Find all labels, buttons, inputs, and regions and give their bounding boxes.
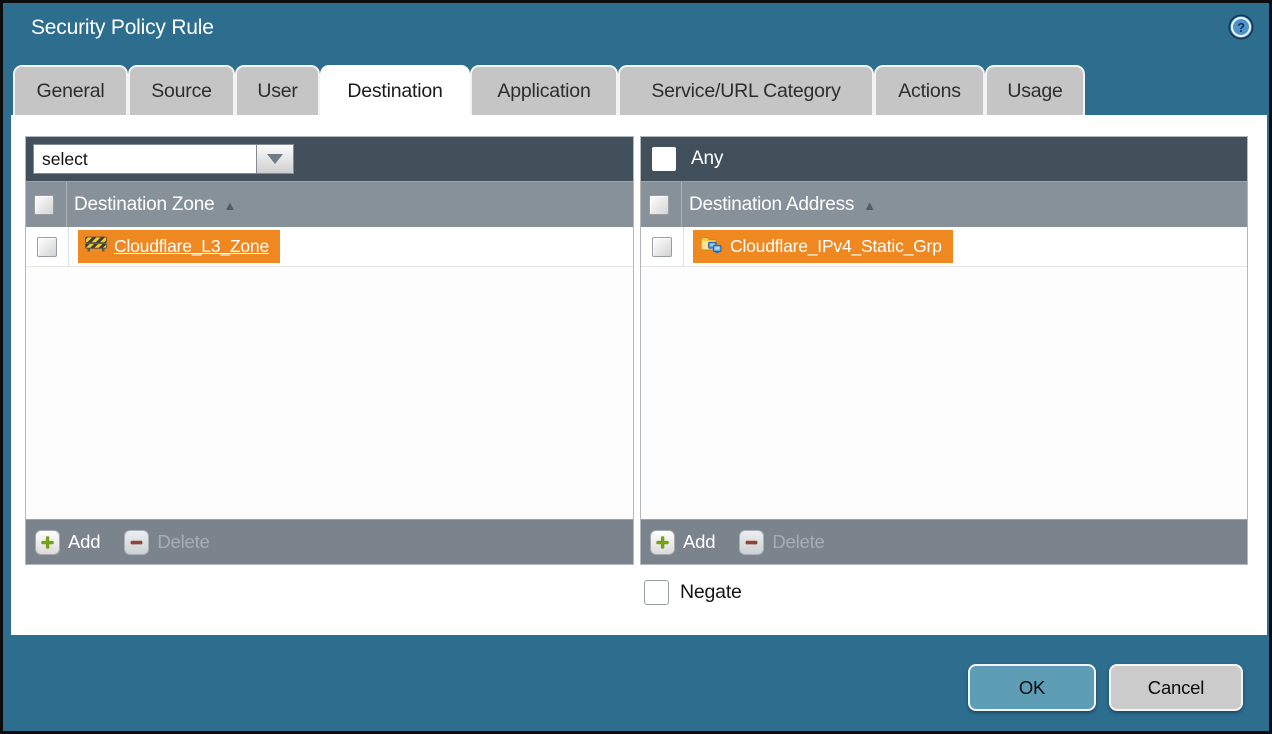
add-button-label: Add xyxy=(683,531,715,553)
delete-button-label: Delete xyxy=(157,531,209,553)
destination-address-column-header[interactable]: Destination Address ▲ xyxy=(641,181,1247,227)
zone-type-input[interactable] xyxy=(33,144,257,174)
svg-text:?: ? xyxy=(1237,20,1245,35)
help-icon[interactable]: ? xyxy=(1227,13,1255,41)
tab-label: Service/URL Category xyxy=(651,80,840,103)
select-all-addresses-checkbox[interactable] xyxy=(649,195,669,215)
sort-ascending-icon: ▲ xyxy=(863,198,876,213)
tab-label: Usage xyxy=(1007,80,1062,103)
cancel-button[interactable]: Cancel xyxy=(1109,664,1243,711)
zone-type-combobox xyxy=(33,144,294,174)
tab-service-url-category[interactable]: Service/URL Category xyxy=(618,65,874,115)
zone-toolbar: Add Delete xyxy=(26,519,633,564)
column-divider xyxy=(681,182,682,227)
add-icon xyxy=(650,530,675,555)
table-row: Cloudflare_L3_Zone xyxy=(26,227,633,267)
address-item-label: Cloudflare_IPv4_Static_Grp xyxy=(730,236,942,257)
tab-usage[interactable]: Usage xyxy=(985,65,1085,115)
tab-label: Actions xyxy=(898,80,961,103)
tab-label: General xyxy=(37,80,105,103)
sort-ascending-icon: ▲ xyxy=(223,198,236,213)
address-item-cloudflare-ipv4-static-grp[interactable]: Cloudflare_IPv4_Static_Grp xyxy=(693,230,953,263)
add-zone-button[interactable]: Add xyxy=(35,530,100,555)
cancel-button-label: Cancel xyxy=(1148,677,1204,699)
tab-label: Application xyxy=(497,80,590,103)
address-list: Cloudflare_IPv4_Static_Grp xyxy=(641,227,1247,519)
table-row: Cloudflare_IPv4_Static_Grp xyxy=(641,227,1247,267)
tab-application[interactable]: Application xyxy=(470,65,618,115)
dialog-title: Security Policy Rule xyxy=(31,16,214,40)
tab-actions[interactable]: Actions xyxy=(874,65,985,115)
delete-zone-button[interactable]: Delete xyxy=(124,530,209,555)
row-checkbox-cell xyxy=(26,227,69,266)
delete-icon xyxy=(124,530,149,555)
zone-icon xyxy=(85,236,107,257)
ok-button[interactable]: OK xyxy=(968,664,1096,711)
zone-item-cloudflare-l3-zone[interactable]: Cloudflare_L3_Zone xyxy=(78,230,280,263)
ok-button-label: OK xyxy=(1019,677,1045,699)
add-address-button[interactable]: Add xyxy=(650,530,715,555)
chevron-down-icon xyxy=(267,154,283,164)
address-row-checkbox[interactable] xyxy=(652,237,672,257)
address-group-icon xyxy=(700,235,723,259)
delete-address-button[interactable]: Delete xyxy=(739,530,824,555)
delete-icon xyxy=(739,530,764,555)
address-toolbar: Add Delete xyxy=(641,519,1247,564)
any-address-checkbox[interactable] xyxy=(652,147,676,171)
tab-user[interactable]: User xyxy=(235,65,320,115)
row-checkbox-cell xyxy=(641,227,684,266)
tab-content-destination: Destination Zone ▲ xyxy=(11,115,1267,635)
destination-zone-panel: Destination Zone ▲ xyxy=(25,136,634,565)
tab-general[interactable]: General xyxy=(13,65,128,115)
zone-panel-header xyxy=(26,137,633,181)
add-icon xyxy=(35,530,60,555)
negate-label: Negate xyxy=(680,581,742,604)
add-button-label: Add xyxy=(68,531,100,553)
zone-row-checkbox[interactable] xyxy=(37,237,57,257)
column-header-label: Destination Address xyxy=(689,194,854,216)
destination-address-panel: Any Destination Address ▲ xyxy=(640,136,1248,565)
negate-checkbox[interactable] xyxy=(644,580,669,605)
tab-source[interactable]: Source xyxy=(128,65,235,115)
zone-item-label: Cloudflare_L3_Zone xyxy=(114,236,269,257)
column-divider xyxy=(66,182,67,227)
tab-label: User xyxy=(257,80,297,103)
address-panel-header: Any xyxy=(641,137,1247,181)
security-policy-rule-dialog: Security Policy Rule ? General Source Us… xyxy=(0,0,1272,734)
tab-bar: General Source User Destination Applicat… xyxy=(13,65,1085,115)
negate-option: Negate xyxy=(644,580,742,605)
select-all-zones-checkbox[interactable] xyxy=(34,195,54,215)
any-label: Any xyxy=(691,148,723,170)
destination-zone-column-header[interactable]: Destination Zone ▲ xyxy=(26,181,633,227)
zone-list: Cloudflare_L3_Zone xyxy=(26,227,633,519)
tab-label: Destination xyxy=(347,80,442,103)
delete-button-label: Delete xyxy=(772,531,824,553)
zone-type-dropdown-button[interactable] xyxy=(257,144,294,174)
column-header-label: Destination Zone xyxy=(74,194,214,216)
tab-destination[interactable]: Destination xyxy=(320,65,470,115)
tab-label: Source xyxy=(151,80,212,103)
